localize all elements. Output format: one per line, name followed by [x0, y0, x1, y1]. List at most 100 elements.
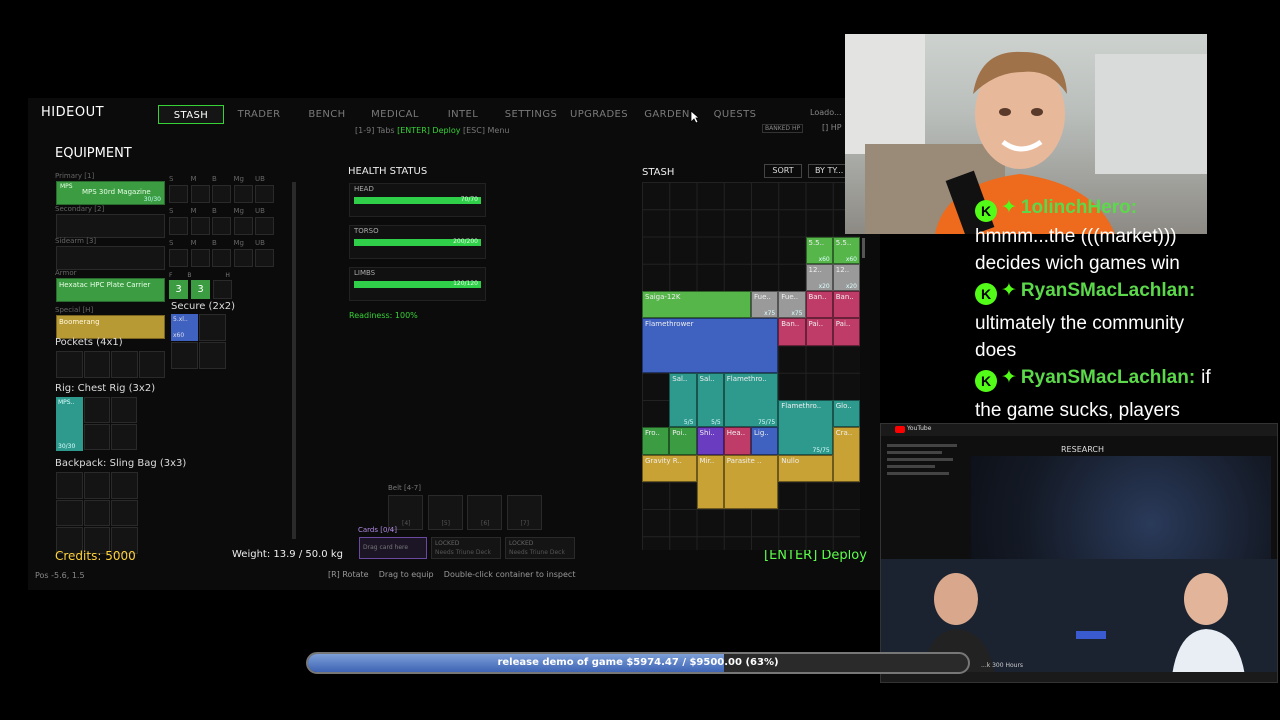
attachment-slot[interactable]: [233, 185, 253, 203]
rig-slot[interactable]: [111, 397, 137, 423]
stash-item[interactable]: 12.. x20: [832, 263, 860, 291]
stash-item[interactable]: Ban..: [832, 291, 860, 319]
stash-item[interactable]: Glo..: [832, 400, 860, 428]
attachment-slot[interactable]: [255, 217, 274, 235]
armor-plate-back[interactable]: 3: [191, 280, 210, 299]
attachment-label: Mg: [233, 239, 244, 247]
stash-item[interactable]: Nullo: [778, 454, 833, 482]
pocket-slot[interactable]: [111, 351, 138, 378]
backpack-slot[interactable]: [111, 472, 138, 499]
sort-by-type-button[interactable]: BY TY...: [808, 164, 848, 178]
deploy-button[interactable]: [ENTER] Deploy: [764, 548, 867, 563]
stash-item[interactable]: Pai..: [832, 318, 860, 346]
special-item: Boomerang: [59, 318, 100, 326]
stash-item[interactable]: Parasite ..: [723, 454, 779, 509]
rig-slot[interactable]: [84, 424, 110, 450]
armor-slot[interactable]: Hexatac HPC Plate Carrier: [56, 278, 165, 302]
stash-item[interactable]: Flamethrower: [642, 318, 779, 373]
sort-button[interactable]: SORT: [764, 164, 802, 178]
card-drop-zone[interactable]: Drag card here: [359, 537, 427, 559]
backpack-label: Backpack: Sling Bag (3x3): [55, 458, 187, 469]
pocket-slot[interactable]: [56, 351, 83, 378]
secure-item[interactable]: 5.xl.. x60: [171, 314, 198, 341]
attachment-slot[interactable]: [169, 185, 188, 203]
rig-item[interactable]: MPS.. 30/30: [56, 397, 83, 451]
loadout-label[interactable]: Loado...: [810, 108, 842, 117]
secure-slot[interactable]: [171, 342, 198, 369]
backpack-slot[interactable]: [111, 499, 138, 526]
stash-item[interactable]: Fro..: [642, 427, 670, 455]
stash-item[interactable]: 5.5.. x60: [805, 236, 833, 264]
stash-item[interactable]: Saiga-12K: [642, 291, 751, 319]
attachment-slot[interactable]: [233, 217, 253, 235]
primary-slot[interactable]: MPS MPS 30rd Magazine 30/30: [56, 181, 165, 205]
card-locked-title: LOCKED: [509, 540, 534, 547]
stash-item[interactable]: Sal.. 5/5: [696, 372, 724, 428]
pocket-slot[interactable]: [83, 351, 110, 378]
tab-stash[interactable]: STASH: [158, 105, 224, 124]
stash-item[interactable]: Lig..: [751, 427, 779, 455]
armor-plate-front[interactable]: 3: [169, 280, 188, 299]
backpack-slot[interactable]: [83, 472, 110, 499]
tab-settings[interactable]: SETTINGS: [498, 105, 564, 124]
attachment-label: B: [212, 239, 217, 247]
stash-item-name: Sal..: [672, 374, 688, 383]
stash-item[interactable]: 12.. x20: [805, 263, 833, 291]
stash-item-count: x60: [845, 255, 857, 263]
attachment-slot[interactable]: [212, 249, 231, 267]
backpack-slot[interactable]: [83, 499, 110, 526]
rig-slot[interactable]: [84, 397, 110, 423]
stash-scrollbar[interactable]: [862, 238, 865, 258]
stash-item[interactable]: 5.5.. x60: [832, 236, 860, 264]
chat-line: the game sucks, players: [975, 397, 1180, 424]
attachment-slot[interactable]: [190, 249, 210, 267]
chat-text: hmmm...the (((market))): [975, 226, 1177, 247]
attachment-slot[interactable]: [255, 249, 274, 267]
pocket-slot[interactable]: [138, 351, 165, 378]
stash-item[interactable]: Flamethro.. 75/75: [778, 400, 833, 455]
attachment-slot[interactable]: [169, 249, 188, 267]
attachment-slot[interactable]: [233, 249, 253, 267]
equipment-scrollbar[interactable]: [292, 182, 296, 539]
attachment-slot[interactable]: [169, 217, 188, 235]
tab-upgrades[interactable]: UPGRADES: [566, 105, 632, 124]
stash-item[interactable]: Gravity R..: [642, 454, 697, 482]
stash-item[interactable]: Cra..: [832, 427, 860, 482]
stash-item[interactable]: Ban..: [778, 318, 806, 346]
secondary-slot[interactable]: [56, 214, 165, 238]
attachment-slot[interactable]: [212, 217, 231, 235]
stash-item[interactable]: Poi..: [669, 427, 697, 455]
belt-slot-number: [7]: [520, 520, 530, 527]
secure-slot[interactable]: [199, 314, 226, 341]
tab-medical[interactable]: MEDICAL: [362, 105, 428, 124]
backpack-slot[interactable]: [56, 472, 83, 499]
tab-quests[interactable]: QUESTS: [702, 105, 768, 124]
attachment-slot[interactable]: [212, 185, 231, 203]
stash-item[interactable]: Sal.. 5/5: [669, 372, 697, 428]
secure-slot[interactable]: [199, 342, 226, 369]
rig-slot[interactable]: [111, 424, 137, 450]
stash-item[interactable]: Shi..: [696, 427, 724, 455]
belt-slot[interactable]: [7]: [506, 495, 542, 530]
stash-item[interactable]: Ban..: [805, 291, 833, 319]
attachment-slot[interactable]: [190, 217, 210, 235]
stash-item[interactable]: Fue.. x75: [751, 291, 779, 319]
tab-trader[interactable]: TRADER: [226, 105, 292, 124]
stash-item[interactable]: Pai..: [805, 318, 833, 346]
tab-intel[interactable]: INTEL: [430, 105, 496, 124]
stash-item[interactable]: Fue.. x75: [778, 291, 806, 319]
attachment-slot[interactable]: [190, 185, 210, 203]
special-slot[interactable]: Boomerang: [56, 315, 165, 339]
belt-slot[interactable]: [4]: [388, 495, 423, 530]
stash-item[interactable]: Flamethro.. 75/75: [723, 372, 779, 428]
stash-item[interactable]: Mir..: [696, 454, 724, 509]
tab-bench[interactable]: BENCH: [294, 105, 360, 124]
attachment-slot[interactable]: [255, 185, 274, 203]
belt-slot[interactable]: [6]: [467, 495, 502, 530]
armor-plate-helmet[interactable]: [213, 280, 232, 299]
belt-slot[interactable]: [5]: [427, 495, 463, 530]
backpack-slot[interactable]: [56, 499, 83, 526]
attachment-label: M: [190, 175, 197, 183]
sidearm-slot[interactable]: [56, 246, 165, 270]
stash-item[interactable]: Hea..: [723, 427, 751, 455]
